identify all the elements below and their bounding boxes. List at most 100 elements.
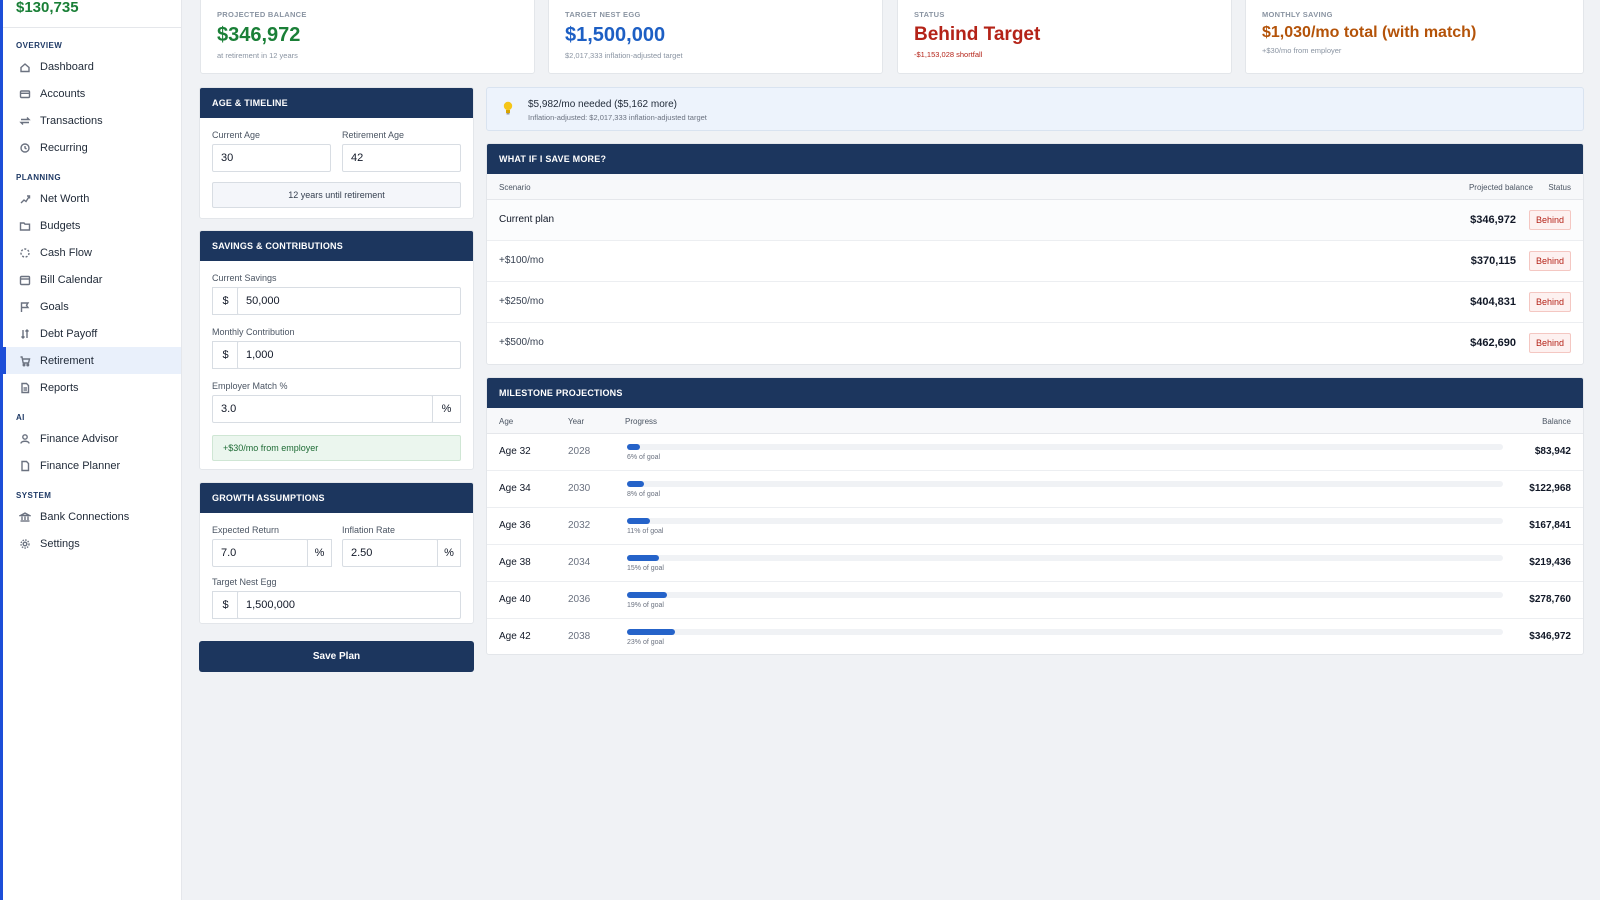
progress-fill xyxy=(627,555,659,561)
scenario-balance: $404,831 xyxy=(1470,296,1516,308)
monthly-saving-value: $1,030/mo total (with match) xyxy=(1262,24,1477,41)
percent-addon: % xyxy=(307,539,332,567)
target-nest-egg-card: TARGET NEST EGG $1,500,000 $2,017,333 in… xyxy=(548,0,883,74)
current-savings-label: Current Savings xyxy=(212,273,277,283)
milestone-year: 2036 xyxy=(568,594,591,605)
stat-label: STATUS xyxy=(914,10,945,19)
flag-icon xyxy=(20,301,30,312)
retirement-age-input[interactable]: 42 xyxy=(342,144,461,172)
milestone-balance: $278,760 xyxy=(1529,594,1571,605)
scenario-balance: $370,115 xyxy=(1470,255,1516,267)
sidebar-item-label: Debt Payoff xyxy=(40,327,98,340)
sidebar-item-label: Transactions xyxy=(40,114,103,127)
growth-assumptions-panel: GROWTH ASSUMPTIONS Expected Return 7.0 %… xyxy=(199,482,474,624)
sidebar-item-bill-calendar[interactable]: Bill Calendar xyxy=(3,266,181,293)
progress-fill xyxy=(627,592,667,598)
milestone-year: 2030 xyxy=(568,483,591,494)
sidebar-item-reports[interactable]: Reports xyxy=(3,374,181,401)
lightbulb-icon xyxy=(503,101,513,115)
milestone-year: 2028 xyxy=(568,446,591,457)
sidebar-item-settings[interactable]: Settings xyxy=(3,530,181,557)
stat-subtext: at retirement in 12 years xyxy=(217,51,298,60)
progress-track xyxy=(627,592,1503,598)
sidebar-item-recurring[interactable]: Recurring xyxy=(3,134,181,161)
sidebar-item-label: Bank Connections xyxy=(40,510,130,523)
repeat-icon xyxy=(20,142,30,153)
panel-title: WHAT IF I SAVE MORE? xyxy=(487,144,1583,174)
status-column-header: Status xyxy=(1548,183,1571,192)
sidebar-item-goals[interactable]: Goals xyxy=(3,293,181,320)
sidebar-item-finance-advisor[interactable]: Finance Advisor xyxy=(3,425,181,452)
milestone-row: Age 32 2028 6% of goal $83,942 xyxy=(487,434,1583,471)
sidebar-item-label: Cash Flow xyxy=(40,246,92,259)
milestone-balance: $122,968 xyxy=(1529,483,1571,494)
sidebar-item-budgets[interactable]: Budgets xyxy=(3,212,181,239)
sidebar-item-debt-payoff[interactable]: Debt Payoff xyxy=(3,320,181,347)
progress-label: 8% of goal xyxy=(627,491,661,498)
progress-fill xyxy=(627,629,676,635)
age-timeline-panel: AGE & TIMELINE Current Age 30 Retirement… xyxy=(199,87,474,219)
scenario-name: +$500/mo xyxy=(499,337,544,348)
panel-title: MILESTONE PROJECTIONS xyxy=(487,378,1583,408)
progress-label: 6% of goal xyxy=(627,454,661,461)
progress-label: 23% of goal xyxy=(627,639,664,646)
monthly-contribution-input[interactable]: 1,000 xyxy=(237,341,461,369)
sidebar-item-net-worth[interactable]: Net Worth xyxy=(3,185,181,212)
stat-subtext: $2,017,333 inflation-adjusted target xyxy=(565,51,683,60)
status-card: STATUS Behind Target -$1,153,028 shortfa… xyxy=(897,0,1232,74)
sidebar-item-label: Reports xyxy=(40,381,79,394)
target-nest-egg-input[interactable]: 1,500,000 xyxy=(237,591,461,619)
percent-addon: % xyxy=(437,539,461,567)
sidebar-item-finance-planner[interactable]: Finance Planner xyxy=(3,452,181,479)
milestone-age: Age 32 xyxy=(499,446,531,457)
home-icon xyxy=(20,62,30,72)
inflation-rate-input[interactable]: 2.50 xyxy=(342,539,438,567)
sidebar-item-dashboard[interactable]: Dashboard xyxy=(3,53,181,80)
milestone-row: Age 38 2034 15% of goal $219,436 xyxy=(487,545,1583,582)
current-savings-input[interactable]: 50,000 xyxy=(237,287,461,315)
employer-match-label: Employer Match % xyxy=(212,381,288,391)
save-plan-button[interactable]: Save Plan xyxy=(199,641,474,672)
current-age-input[interactable]: 30 xyxy=(212,144,331,172)
scenario-name: Current plan xyxy=(499,214,555,225)
milestone-row: Age 34 2030 8% of goal $122,968 xyxy=(487,471,1583,508)
progress-fill xyxy=(627,444,640,450)
balance-column-header: Projected balance xyxy=(1468,183,1533,192)
panel-title: GROWTH ASSUMPTIONS xyxy=(200,483,473,513)
expected-return-input[interactable]: 7.0 xyxy=(212,539,308,567)
status-badge: Behind xyxy=(1528,333,1571,353)
milestone-balance: $219,436 xyxy=(1529,557,1571,568)
status-badge: Behind xyxy=(1528,251,1571,271)
sidebar-item-retirement[interactable]: Retirement xyxy=(3,347,181,374)
sidebar-item-bank-connections[interactable]: Bank Connections xyxy=(3,503,181,530)
sidebar-item-label: Bill Calendar xyxy=(40,273,103,286)
sidebar-item-accounts[interactable]: Accounts xyxy=(3,80,181,107)
swap-arrows-icon xyxy=(19,116,31,125)
milestone-table-header: Age Year Progress Balance xyxy=(487,408,1583,434)
monthly-contribution-label: Monthly Contribution xyxy=(212,327,295,337)
folder-icon xyxy=(19,221,31,231)
projected-balance-card: PROJECTED BALANCE $346,972 at retirement… xyxy=(200,0,535,74)
sidebar-item-label: Retirement xyxy=(40,354,94,367)
target-nest-egg-label: Target Nest Egg xyxy=(212,577,277,587)
milestone-row: Age 36 2032 11% of goal $167,841 xyxy=(487,508,1583,545)
nav-section-heading: PLANNING xyxy=(16,173,61,182)
year-column-header: Year xyxy=(568,417,585,426)
tip-headline: $5,982/mo needed ($5,162 more) xyxy=(528,99,677,110)
sidebar-item-label: Finance Planner xyxy=(40,459,121,472)
stat-label: MONTHLY SAVING xyxy=(1262,10,1333,19)
employer-match-input[interactable]: 3.0 xyxy=(212,395,433,423)
gear-icon xyxy=(20,538,30,549)
user-icon xyxy=(20,433,30,444)
milestone-year: 2038 xyxy=(568,631,591,642)
sidebar-item-transactions[interactable]: Transactions xyxy=(3,107,181,134)
milestone-table-body: Age 32 2028 6% of goal $83,942 Age 34 20… xyxy=(487,434,1583,654)
milestone-projections-panel: MILESTONE PROJECTIONS Age Year Progress … xyxy=(486,377,1584,655)
tip-subline: Inflation-adjusted: $2,017,333 inflation… xyxy=(528,113,707,122)
current-age-label: Current Age xyxy=(212,130,261,140)
progress-fill xyxy=(627,518,651,524)
years-until-retirement-note: 12 years until retirement xyxy=(212,182,461,208)
sidebar-item-label: Finance Advisor xyxy=(40,432,119,445)
sidebar-item-cash-flow[interactable]: Cash Flow xyxy=(3,239,181,266)
panel-title: AGE & TIMELINE xyxy=(200,88,473,118)
